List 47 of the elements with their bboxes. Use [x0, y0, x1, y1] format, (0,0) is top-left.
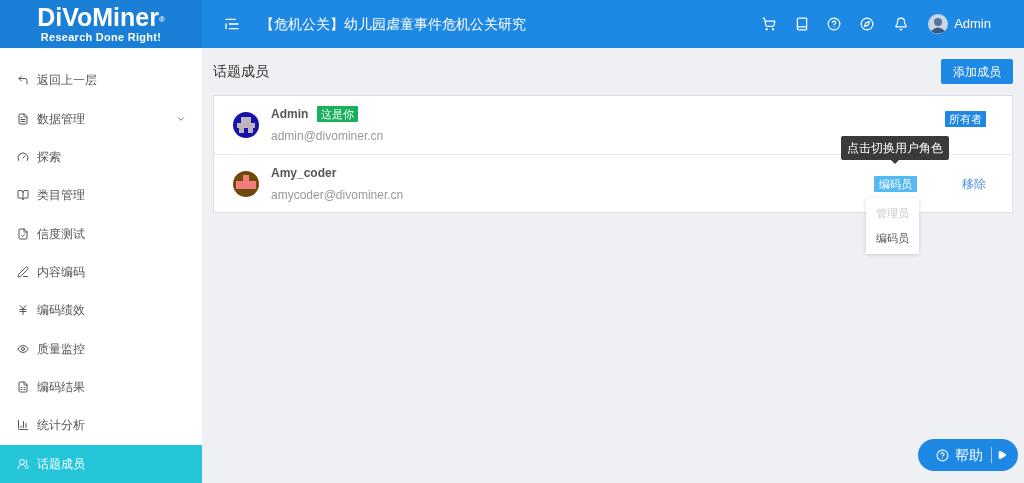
help-icon[interactable] — [827, 17, 842, 31]
sidebar-item[interactable]: 编码绩效 — [0, 291, 202, 330]
menu-item-icon — [17, 150, 29, 163]
cart-icon[interactable] — [762, 17, 777, 31]
menu-item-icon — [17, 189, 29, 202]
sidebar-item[interactable]: 类目管理 — [0, 176, 202, 215]
user-name[interactable]: Admin — [954, 14, 991, 34]
menu-item-icon — [17, 304, 29, 317]
sidebar-item[interactable]: 内容编码 — [0, 252, 202, 292]
sidebar-item[interactable]: 信度测试 — [0, 214, 202, 253]
menu-item-icon — [17, 419, 29, 432]
member-name: Admin — [271, 106, 309, 123]
help-icon — [936, 448, 949, 462]
member-email: amycoder@divominer.cn — [271, 186, 404, 204]
menu-item-icon — [17, 74, 29, 87]
bell-icon[interactable] — [894, 17, 909, 31]
menu-item-icon — [17, 342, 29, 355]
avatar-icon — [233, 170, 259, 197]
sidebar-item[interactable]: 数据管理 — [0, 99, 202, 138]
menu-item-icon — [17, 265, 29, 278]
book-icon[interactable] — [795, 17, 810, 31]
compass-icon[interactable] — [860, 17, 875, 31]
menu-icon[interactable] — [224, 16, 240, 32]
sidebar-item[interactable]: 编码结果 — [0, 367, 202, 407]
logo-slogan: Research Done Right! — [40, 30, 162, 44]
remove-link[interactable]: 移除 — [962, 174, 986, 193]
menu-item-icon — [17, 227, 29, 240]
sidebar-item[interactable]: 探索 — [0, 137, 202, 177]
avatar-icon — [233, 112, 259, 138]
logo: DiVoMiner$^{®}$ — [37, 4, 165, 30]
sidebar-item[interactable]: 返回上一层 — [0, 61, 202, 100]
role-option[interactable]: 编码员 — [876, 226, 909, 251]
sidebar-item[interactable]: 质量监控 — [0, 329, 202, 368]
member-email: admin@divominer.cn — [271, 128, 384, 145]
add-member-button[interactable]: 添加成员 — [941, 59, 1013, 84]
sidebar-item[interactable]: 统计分析 — [0, 406, 202, 445]
page-title: 话题成员 — [213, 62, 269, 81]
menu-item-icon — [17, 457, 29, 470]
self-badge: 这是你 — [317, 106, 359, 122]
menu-item-icon — [17, 112, 29, 125]
member-name: Amy_coder — [271, 164, 337, 182]
project-title: 【危机公关】幼儿园虐童事件危机公关研究 — [260, 14, 526, 34]
role-tag: 所有者 — [945, 111, 986, 127]
play-icon — [997, 450, 1007, 460]
user-avatar-icon[interactable] — [928, 14, 949, 34]
menu-item-icon — [17, 381, 29, 394]
help-button[interactable]: 帮助 — [918, 439, 1018, 471]
